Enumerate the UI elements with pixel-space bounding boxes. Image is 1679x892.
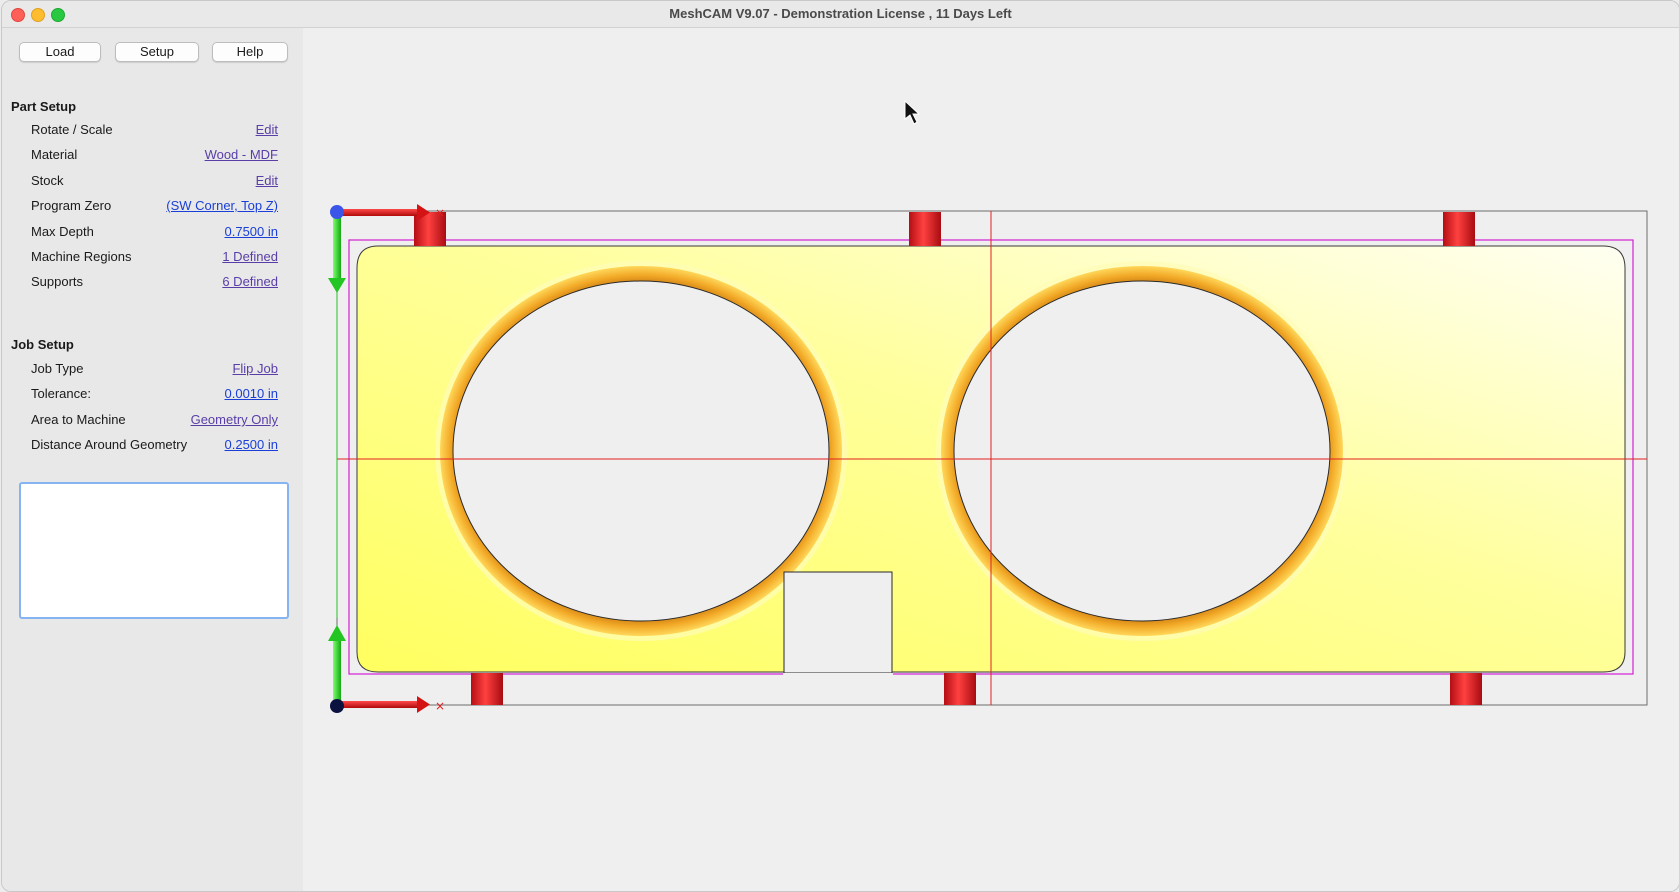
notch-cutout — [783, 571, 893, 674]
program-zero-link[interactable]: (SW Corner, Top Z) — [166, 198, 278, 213]
y-axis-arrowhead-icon — [328, 625, 346, 641]
meshcam-window: MeshCAM V9.07 - Demonstration License , … — [1, 0, 1679, 892]
origin-marker-icon — [330, 699, 344, 713]
row-label: Program Zero — [31, 198, 112, 213]
y-axis-arrowhead-icon — [328, 278, 346, 293]
mouse-cursor-icon — [904, 99, 921, 125]
row-label: Supports — [31, 274, 84, 289]
job-type-link[interactable]: Flip Job — [232, 361, 278, 376]
row-rotate-scale: Rotate / Scale Edit — [31, 122, 278, 140]
row-machine-regions: Machine Regions 1 Defined — [31, 249, 278, 267]
row-supports: Supports 6 Defined — [31, 274, 278, 292]
origin-marker-icon — [330, 205, 344, 219]
job-setup-heading: Job Setup — [11, 337, 74, 352]
row-label: Job Type — [31, 361, 84, 376]
support-tab[interactable] — [944, 673, 976, 705]
y-axis-arrow-icon — [333, 214, 341, 278]
support-tab[interactable] — [1443, 212, 1475, 246]
row-job-type: Job Type Flip Job — [31, 361, 278, 379]
x-axis-arrow-icon — [339, 701, 417, 708]
left-hole — [452, 280, 830, 622]
row-label: Machine Regions — [31, 249, 132, 264]
x-mark-icon: × — [435, 699, 445, 713]
help-button[interactable]: Help — [212, 42, 288, 62]
max-depth-link[interactable]: 0.7500 in — [225, 224, 279, 239]
row-material: Material Wood - MDF — [31, 147, 278, 165]
part-view-svg: × × — [328, 99, 1648, 713]
preview-panel — [19, 482, 289, 619]
row-program-zero: Program Zero (SW Corner, Top Z) — [31, 198, 278, 216]
row-tolerance: Tolerance: 0.0010 in — [31, 386, 278, 404]
row-label: Area to Machine — [31, 412, 126, 427]
setup-button[interactable]: Setup — [115, 42, 199, 62]
right-hole — [953, 280, 1331, 622]
x-axis-arrow-icon — [339, 209, 417, 216]
row-label: Rotate / Scale — [31, 122, 113, 137]
support-tab[interactable] — [1450, 673, 1482, 705]
title-bar: MeshCAM V9.07 - Demonstration License , … — [2, 1, 1679, 28]
row-label: Material — [31, 147, 78, 162]
support-tab[interactable] — [909, 212, 941, 246]
load-button[interactable]: Load — [19, 42, 101, 62]
sidebar: Load Setup Help Part Setup Rotate / Scal… — [2, 28, 303, 891]
material-link[interactable]: Wood - MDF — [205, 147, 278, 162]
tolerance-link[interactable]: 0.0010 in — [225, 386, 279, 401]
row-max-depth: Max Depth 0.7500 in — [31, 224, 278, 242]
distance-around-geometry-link[interactable]: 0.2500 in — [225, 437, 279, 452]
x-axis-arrowhead-icon — [417, 696, 430, 713]
row-label: Max Depth — [31, 224, 94, 239]
row-label: Distance Around Geometry — [31, 437, 188, 452]
machine-regions-link[interactable]: 1 Defined — [222, 249, 278, 264]
row-distance-around-geometry: Distance Around Geometry 0.2500 in — [31, 437, 278, 455]
support-tab[interactable] — [471, 673, 503, 705]
row-stock: Stock Edit — [31, 173, 278, 191]
row-label: Stock — [31, 173, 64, 188]
3d-viewport[interactable]: × × — [303, 28, 1679, 891]
supports-link[interactable]: 6 Defined — [222, 274, 278, 289]
x-mark-icon: × — [435, 206, 445, 220]
stock-edit-link[interactable]: Edit — [256, 173, 278, 188]
row-area-to-machine: Area to Machine Geometry Only — [31, 412, 278, 430]
y-axis-arrow-icon — [333, 640, 341, 704]
part-setup-heading: Part Setup — [11, 99, 77, 114]
rotate-scale-edit-link[interactable]: Edit — [256, 122, 278, 137]
row-label: Tolerance: — [31, 386, 91, 401]
notch-gap — [783, 673, 893, 677]
window-title: MeshCAM V9.07 - Demonstration License , … — [669, 6, 1012, 21]
area-to-machine-link[interactable]: Geometry Only — [191, 412, 278, 427]
